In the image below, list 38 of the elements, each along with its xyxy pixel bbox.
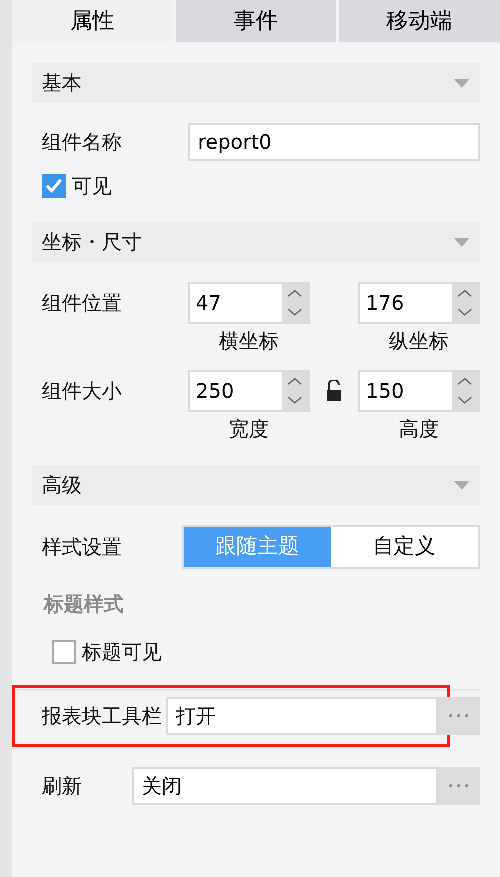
checkbox[interactable] <box>42 174 66 198</box>
lock-icon[interactable] <box>326 380 342 402</box>
number-spinner[interactable]: 150 <box>358 370 480 412</box>
field-caption: 高度 <box>398 416 440 443</box>
checkbox-label: 可见 <box>72 173 112 200</box>
ellipsis-icon <box>448 714 470 718</box>
caret-icon[interactable] <box>454 238 470 246</box>
tab[interactable]: 事件 <box>176 0 336 42</box>
number-spinner[interactable]: 250 <box>188 370 310 412</box>
field-label: 组件位置 <box>42 290 123 317</box>
section-header[interactable]: 基本 <box>32 63 480 103</box>
number-spinner[interactable]: 176 <box>358 282 480 324</box>
field-label: 样式设置 <box>42 534 123 561</box>
field-caption: 横坐标 <box>218 328 280 355</box>
section-header[interactable]: 高级 <box>32 465 480 505</box>
caret-icon[interactable] <box>454 480 470 490</box>
caret-icon[interactable] <box>454 78 470 88</box>
subheading: 标题样式 <box>42 591 125 618</box>
field-label: 报表块工具栏 <box>42 703 162 730</box>
number-spinner[interactable]: 47 <box>188 282 310 324</box>
section-title: 坐标・尺寸 <box>42 229 142 256</box>
input-field[interactable]: report0 <box>188 123 480 161</box>
section-title: 基本 <box>42 70 82 97</box>
field-caption: 纵坐标 <box>388 328 450 355</box>
ellipsis-icon <box>448 784 470 788</box>
input-field[interactable]: 打开 <box>166 697 438 735</box>
field-caption: 宽度 <box>228 416 270 443</box>
checkbox-label: 标题可见 <box>82 639 162 666</box>
section-header[interactable]: 坐标・尺寸 <box>32 222 480 262</box>
field-label: 组件大小 <box>42 378 123 405</box>
input-field[interactable]: 关闭 <box>132 767 438 805</box>
tab[interactable]: 移动端 <box>339 0 500 42</box>
field-label: 组件名称 <box>42 129 123 156</box>
tab[interactable]: 属性 <box>12 0 173 42</box>
segment-option[interactable]: 自定义 <box>331 527 478 567</box>
field-label: 刷新 <box>42 773 83 800</box>
checkbox[interactable] <box>52 640 76 664</box>
section-title: 高级 <box>42 472 82 499</box>
